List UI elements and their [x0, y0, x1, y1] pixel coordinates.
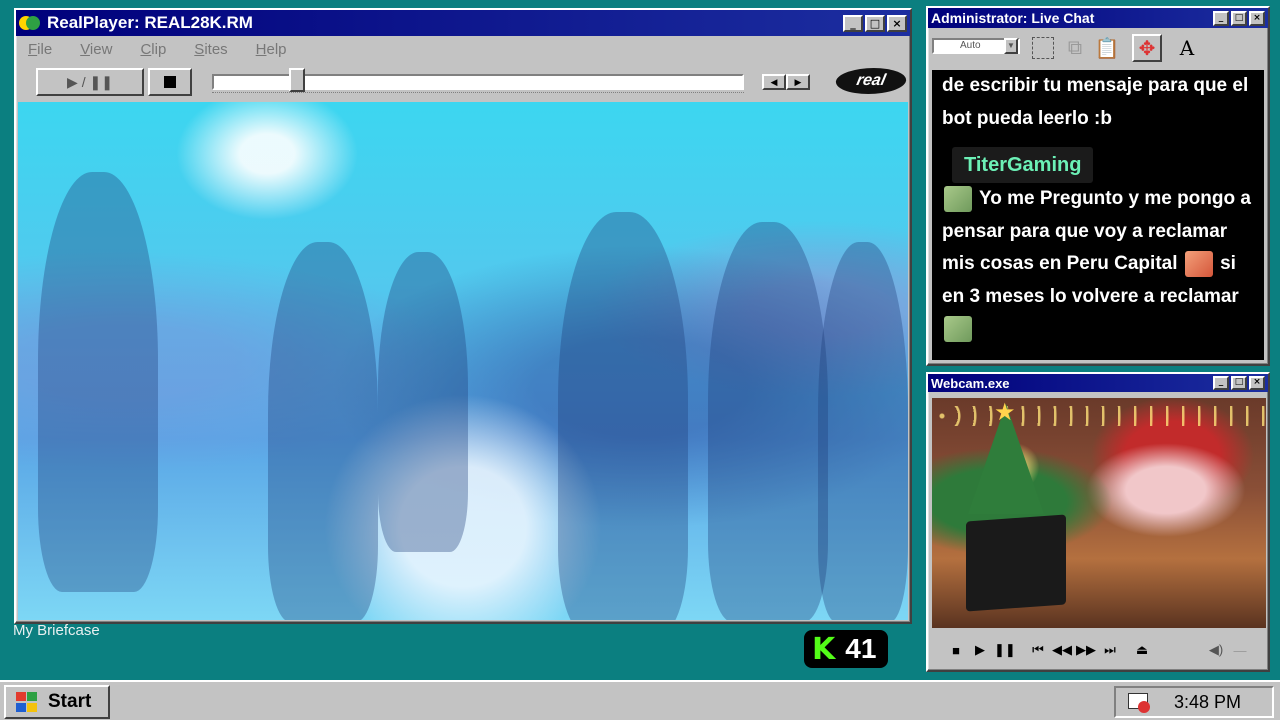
- select-tool-icon[interactable]: [1028, 34, 1058, 62]
- text-tool-icon[interactable]: A: [1172, 34, 1202, 62]
- seek-forward-button[interactable]: ▶: [786, 74, 810, 90]
- chat-close-button[interactable]: ×: [1249, 10, 1265, 26]
- chat-titlebar[interactable]: Administrator: Live Chat _ □ ×: [928, 8, 1268, 28]
- menu-view[interactable]: View: [80, 41, 112, 58]
- video-display[interactable]: [18, 102, 908, 620]
- menu-file[interactable]: File: [28, 41, 52, 58]
- realplayer-menubar: File View Clip Sites Help: [16, 36, 910, 62]
- system-tray: 3:48 PM: [1114, 686, 1274, 718]
- realplayer-titlebar[interactable]: RealPlayer: REAL28K.RM _ □ ×: [16, 10, 910, 36]
- emote-avatar-icon: [944, 185, 972, 212]
- chat-toolbar: Auto ▼ ⧉ 📋 ✥ A: [928, 28, 1268, 66]
- chat-title: Administrator: Live Chat: [931, 10, 1095, 26]
- star-icon: ★: [994, 399, 1016, 426]
- emote-hand-icon: [1184, 250, 1213, 277]
- stop-icon[interactable]: ■: [946, 643, 966, 658]
- start-button[interactable]: Start: [4, 685, 110, 719]
- scheduler-icon[interactable]: [1126, 691, 1152, 713]
- eject-icon[interactable]: ⏏: [1132, 642, 1152, 658]
- webcam-view: ★: [932, 398, 1266, 628]
- chevron-down-icon: ▼: [1004, 38, 1018, 54]
- chat-message-text: de escribir tu mensaje para que el bot p…: [942, 75, 1249, 129]
- rewind-icon[interactable]: ◀◀: [1052, 642, 1072, 658]
- font-size-value: Auto: [960, 40, 981, 51]
- font-size-select[interactable]: Auto ▼: [932, 38, 1020, 54]
- kick-viewer-badge: K 41: [804, 630, 888, 668]
- chat-messages: de escribir tu mensaje para que el bot p…: [932, 70, 1264, 360]
- realplayer-app-icon: [19, 14, 41, 32]
- close-button[interactable]: ×: [887, 14, 907, 32]
- paste-tool-icon[interactable]: 📋: [1092, 34, 1122, 62]
- webcam-minimize-button[interactable]: _: [1213, 376, 1229, 390]
- maximize-button[interactable]: □: [865, 14, 885, 32]
- stop-icon: [164, 76, 176, 88]
- taskbar: Start 3:48 PM: [0, 680, 1280, 720]
- menu-sites[interactable]: Sites: [194, 41, 227, 58]
- move-tool-icon[interactable]: ✥: [1132, 34, 1162, 62]
- chat-message: Yo me Pregunto y me pongo a pensar para …: [942, 183, 1254, 346]
- stop-button[interactable]: [148, 68, 192, 96]
- menu-help[interactable]: Help: [256, 41, 287, 58]
- seek-thumb[interactable]: [289, 68, 306, 92]
- realplayer-title: RealPlayer: REAL28K.RM: [47, 13, 253, 32]
- realplayer-window: RealPlayer: REAL28K.RM _ □ × File View C…: [14, 8, 912, 624]
- monitor-icon: [966, 514, 1066, 612]
- webcam-titlebar[interactable]: Webcam.exe _ □ ×: [928, 374, 1268, 392]
- minimize-button[interactable]: _: [843, 14, 863, 32]
- volume-icon[interactable]: ◀): [1206, 642, 1226, 658]
- webcam-title: Webcam.exe: [931, 375, 1010, 391]
- skip-back-icon[interactable]: ⏮: [1028, 642, 1048, 658]
- pause-icon[interactable]: ❚❚: [994, 642, 1016, 658]
- emote-avatar-icon: [944, 315, 972, 342]
- real-logo: real: [833, 68, 909, 94]
- webcam-controls: ■ ▶ ❚❚ ⏮ ◀◀ ▶▶ ⏭ ⏏ ◀) —: [932, 634, 1266, 666]
- volume-slider[interactable]: —: [1230, 643, 1250, 658]
- live-chat-window: Administrator: Live Chat _ □ × Auto ▼ ⧉ …: [926, 6, 1270, 366]
- play-pause-button[interactable]: ▶ / ❚❚: [36, 68, 144, 96]
- taskbar-clock[interactable]: 3:48 PM: [1174, 692, 1241, 713]
- webcam-maximize-button[interactable]: □: [1231, 376, 1247, 390]
- start-label: Start: [48, 691, 92, 712]
- menu-clip[interactable]: Clip: [140, 41, 166, 58]
- chat-maximize-button[interactable]: □: [1231, 10, 1247, 26]
- play-icon[interactable]: ▶: [970, 642, 990, 658]
- viewer-count: 41: [845, 633, 877, 664]
- webcam-window: Webcam.exe _ □ × ★ ■ ▶ ❚❚ ⏮ ◀◀ ▶▶ ⏭ ⏏ ◀)…: [926, 372, 1270, 672]
- webcam-close-button[interactable]: ×: [1249, 376, 1265, 390]
- seek-ticks: [212, 92, 744, 94]
- chat-username: TiterGaming: [952, 147, 1094, 183]
- briefcase-label[interactable]: My Briefcase: [13, 622, 100, 639]
- windows-logo-icon: [14, 691, 40, 713]
- kick-logo-icon: K: [812, 631, 836, 667]
- seek-back-button[interactable]: ◀: [762, 74, 786, 90]
- realplayer-controls: ▶ / ❚❚ ◀ ▶ real: [16, 62, 910, 102]
- chat-minimize-button[interactable]: _: [1213, 10, 1229, 26]
- copy-tool-icon[interactable]: ⧉: [1060, 34, 1090, 62]
- fast-forward-icon[interactable]: ▶▶: [1076, 642, 1096, 658]
- skip-forward-icon[interactable]: ⏭: [1100, 642, 1120, 658]
